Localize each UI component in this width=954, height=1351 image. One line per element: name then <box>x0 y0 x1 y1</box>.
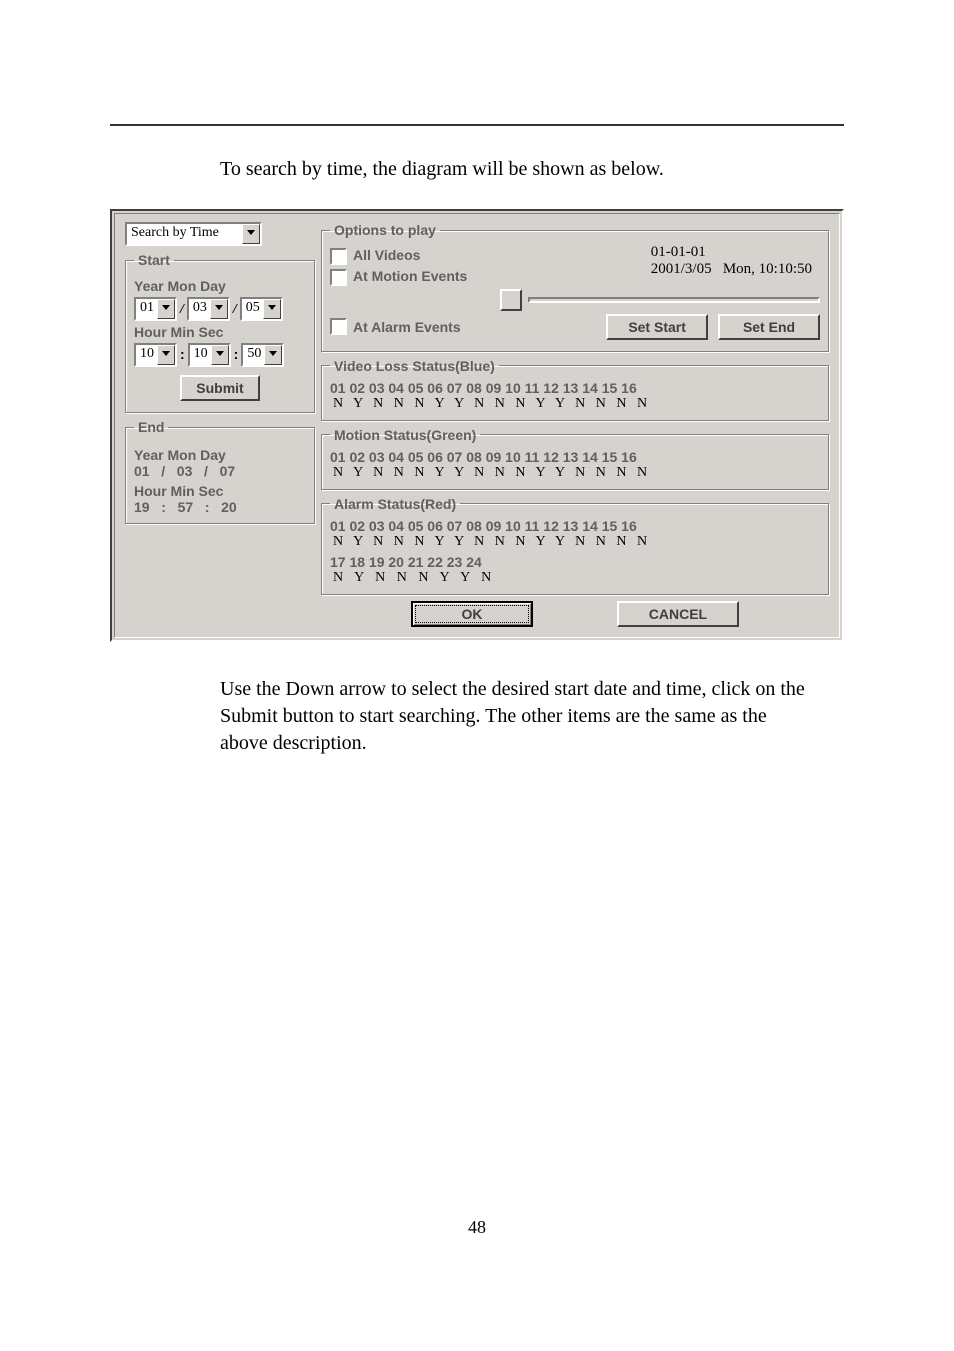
button-row: OK CANCEL <box>321 601 829 627</box>
video-loss-group: Video Loss Status(Blue) 01 02 03 04 05 0… <box>321 358 829 421</box>
start-hour-select[interactable]: 10 <box>134 343 177 367</box>
search-mode-select[interactable]: Search by Time <box>125 222 262 246</box>
colon: : <box>231 346 242 362</box>
end-ymd-value: 01 / 03 / 07 <box>134 463 306 479</box>
at-alarm-checkbox[interactable] <box>330 318 347 335</box>
set-end-button[interactable]: Set End <box>718 314 820 340</box>
all-videos-label: All Videos <box>353 247 420 263</box>
alarm-legend: Alarm Status(Red) <box>330 496 460 512</box>
submit-button[interactable]: Submit <box>180 375 259 401</box>
chevron-down-icon[interactable] <box>157 299 175 319</box>
at-alarm-label: At Alarm Events <box>353 319 461 335</box>
description-text: Use the Down arrow to select the desired… <box>220 676 819 757</box>
alarm-vals1: N Y N N N Y Y N N N Y Y N N N N <box>330 534 820 550</box>
small-button[interactable] <box>500 289 522 311</box>
motion-nums: 01 02 03 04 05 06 07 08 09 10 11 12 13 1… <box>330 449 820 465</box>
start-legend: Start <box>134 252 174 268</box>
end-hms-label: Hour Min Sec <box>134 483 306 499</box>
video-loss-nums: 01 02 03 04 05 06 07 08 09 10 11 12 13 1… <box>330 380 820 396</box>
alarm-nums1: 01 02 03 04 05 06 07 08 09 10 11 12 13 1… <box>330 518 820 534</box>
alarm-vals2: N Y N N N Y Y N <box>330 570 820 586</box>
options-date1: 01-01-01 <box>651 244 812 261</box>
alarm-nums2: 17 18 19 20 21 22 23 24 <box>330 554 820 570</box>
alarm-group: Alarm Status(Red) 01 02 03 04 05 06 07 0… <box>321 496 829 595</box>
start-hms-label: Hour Min Sec <box>134 324 306 340</box>
dialog-window: Search by Time Start Year Mon Day 01/03/… <box>110 209 844 642</box>
chevron-down-icon[interactable] <box>210 299 228 319</box>
end-ymd-label: Year Mon Day <box>134 447 306 463</box>
start-year-select[interactable]: 01 <box>134 297 177 321</box>
start-group: Start Year Mon Day 01/03/05 Hour Min Sec… <box>125 252 315 413</box>
end-group: End Year Mon Day 01 / 03 / 07 Hour Min S… <box>125 419 315 524</box>
chevron-down-icon[interactable] <box>211 345 229 365</box>
top-rule <box>110 124 844 126</box>
search-mode-value: Search by Time <box>127 224 242 242</box>
start-ymd-label: Year Mon Day <box>134 278 306 294</box>
page-number: 48 <box>0 1217 954 1238</box>
all-videos-checkbox[interactable] <box>330 248 347 265</box>
left-column: Search by Time Start Year Mon Day 01/03/… <box>125 222 315 627</box>
start-min-select[interactable]: 10 <box>188 343 231 367</box>
colon: : <box>177 346 188 362</box>
ok-button[interactable]: OK <box>411 601 533 627</box>
start-day-select[interactable]: 05 <box>240 297 283 321</box>
start-mon-select[interactable]: 03 <box>187 297 230 321</box>
options-group: Options to play All Videos At Motion Eve… <box>321 222 829 352</box>
options-date2: 2001/3/05 Mon, 10:10:50 <box>651 261 812 278</box>
divider <box>528 297 820 303</box>
dropdown-arrow-icon[interactable] <box>242 224 260 244</box>
end-hms-value: 19 : 57 : 20 <box>134 499 306 515</box>
set-start-button[interactable]: Set Start <box>606 314 708 340</box>
right-column: Options to play All Videos At Motion Eve… <box>321 222 829 627</box>
motion-group: Motion Status(Green) 01 02 03 04 05 06 0… <box>321 427 829 490</box>
start-sec-select[interactable]: 50 <box>241 343 284 367</box>
at-motion-label: At Motion Events <box>353 268 467 284</box>
cancel-button[interactable]: CANCEL <box>617 601 739 627</box>
chevron-down-icon[interactable] <box>263 299 281 319</box>
intro-text: To search by time, the diagram will be s… <box>220 158 954 181</box>
motion-legend: Motion Status(Green) <box>330 427 480 443</box>
chevron-down-icon[interactable] <box>157 345 175 365</box>
at-motion-checkbox[interactable] <box>330 269 347 286</box>
video-loss-vals: N Y N N N Y Y N N N Y Y N N N N <box>330 396 820 412</box>
slash: / <box>177 302 187 317</box>
video-loss-legend: Video Loss Status(Blue) <box>330 358 499 374</box>
options-legend: Options to play <box>330 222 440 238</box>
motion-vals: N Y N N N Y Y N N N Y Y N N N N <box>330 465 820 481</box>
slash: / <box>230 302 240 317</box>
end-legend: End <box>134 419 168 435</box>
chevron-down-icon[interactable] <box>264 345 282 365</box>
